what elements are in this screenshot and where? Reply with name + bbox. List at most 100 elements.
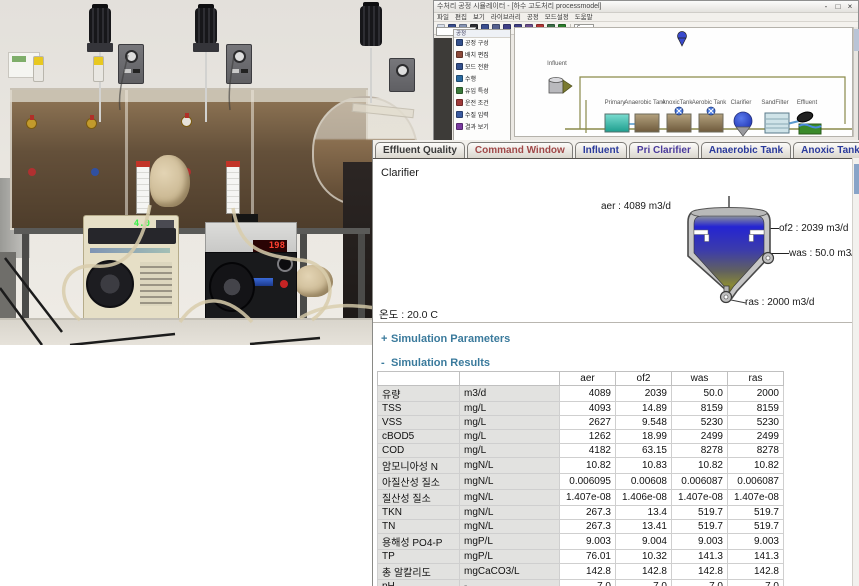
close-button[interactable]: ×: [844, 1, 856, 12]
sandfilter-unit-icon[interactable]: [765, 113, 789, 133]
value-cell[interactable]: 10.82: [728, 458, 784, 474]
value-cell[interactable]: 142.8: [560, 564, 616, 580]
value-cell[interactable]: 7.0: [616, 580, 672, 586]
value-cell[interactable]: 2000: [728, 386, 784, 402]
anaerobic-tank-icon[interactable]: [635, 114, 659, 132]
value-cell[interactable]: 0.006095: [560, 474, 616, 490]
menu-item-도움말[interactable]: 도움말: [575, 14, 593, 21]
value-cell[interactable]: 10.82: [560, 458, 616, 474]
value-cell[interactable]: 4182: [560, 444, 616, 458]
value-cell[interactable]: 1.407e-08: [560, 490, 616, 506]
menu-item-파일[interactable]: 파일: [437, 14, 449, 21]
value-cell[interactable]: 10.83: [616, 458, 672, 474]
value-cell[interactable]: 10.32: [616, 550, 672, 564]
value-cell[interactable]: 2627: [560, 416, 616, 430]
value-cell[interactable]: 141.3: [728, 550, 784, 564]
tab-influent[interactable]: Influent: [575, 142, 627, 159]
menu-item-보기[interactable]: 보기: [473, 14, 485, 21]
value-cell[interactable]: 2039: [616, 386, 672, 402]
value-cell[interactable]: 519.7: [728, 506, 784, 520]
value-cell[interactable]: 142.8: [616, 564, 672, 580]
value-cell[interactable]: 50.0: [672, 386, 728, 402]
section-simulation-results[interactable]: -Simulation Results: [381, 357, 490, 369]
sidebar-item-배치-편집[interactable]: 배치 편집: [454, 50, 510, 62]
value-cell[interactable]: 4089: [560, 386, 616, 402]
flowsheet-canvas[interactable]: [514, 27, 853, 137]
value-cell[interactable]: 7.0: [728, 580, 784, 586]
value-cell[interactable]: 14.89: [616, 402, 672, 416]
value-cell[interactable]: 2499: [672, 430, 728, 444]
sidebar-item-수질-입력[interactable]: 수질 입력: [454, 110, 510, 122]
value-cell[interactable]: 519.7: [672, 520, 728, 534]
aerobic-tank-icon[interactable]: [699, 114, 723, 132]
value-cell[interactable]: 9.003: [672, 534, 728, 550]
canvas-scrollbar[interactable]: [853, 27, 858, 137]
value-cell[interactable]: 1.406e-08: [616, 490, 672, 506]
value-cell[interactable]: 9.003: [560, 534, 616, 550]
window-titlebar[interactable]: 수처리 공정 시뮬레이터 - [하수 고도처리 processmodel] -□…: [434, 1, 858, 13]
collapse-icon[interactable]: -: [381, 357, 391, 369]
column-header-was[interactable]: was: [672, 372, 728, 386]
value-cell[interactable]: 267.3: [560, 520, 616, 534]
value-cell[interactable]: 10.82: [672, 458, 728, 474]
value-cell[interactable]: 267.3: [560, 506, 616, 520]
value-cell[interactable]: 141.3: [672, 550, 728, 564]
effluent-unit-icon[interactable]: [796, 110, 821, 134]
sidebar-item-수행[interactable]: 수행: [454, 74, 510, 86]
value-cell[interactable]: 0.00608: [616, 474, 672, 490]
value-cell[interactable]: 0.006087: [672, 474, 728, 490]
panel-scrollbar[interactable]: [852, 158, 859, 586]
value-cell[interactable]: 142.8: [672, 564, 728, 580]
value-cell[interactable]: 519.7: [728, 520, 784, 534]
minimize-button[interactable]: -: [820, 1, 832, 12]
tab-effluent-quality[interactable]: Effluent Quality: [375, 142, 465, 159]
value-cell[interactable]: 5230: [728, 416, 784, 430]
value-cell[interactable]: 7.0: [560, 580, 616, 586]
section-simulation-parameters[interactable]: +Simulation Parameters: [381, 333, 510, 345]
value-cell[interactable]: 13.4: [616, 506, 672, 520]
value-cell[interactable]: 13.41: [616, 520, 672, 534]
value-cell[interactable]: 2499: [728, 430, 784, 444]
primary-unit-icon[interactable]: [605, 114, 629, 132]
tab-pri-clarifier[interactable]: Pri Clarifier: [629, 142, 699, 159]
column-header-of2[interactable]: of2: [616, 372, 672, 386]
influent-unit-icon[interactable]: [549, 78, 572, 94]
menu-item-공정[interactable]: 공정: [527, 14, 539, 21]
expand-icon[interactable]: +: [381, 333, 391, 345]
value-cell[interactable]: 0.006087: [728, 474, 784, 490]
value-cell[interactable]: 8278: [728, 444, 784, 458]
value-cell[interactable]: 5230: [672, 416, 728, 430]
value-cell[interactable]: 18.99: [616, 430, 672, 444]
value-cell[interactable]: 8159: [672, 402, 728, 416]
value-cell[interactable]: 1.407e-08: [672, 490, 728, 506]
tab-anaerobic-tank[interactable]: Anaerobic Tank: [701, 142, 791, 159]
value-cell[interactable]: 1262: [560, 430, 616, 444]
value-cell[interactable]: 9.003: [728, 534, 784, 550]
menu-item-라이브러리[interactable]: 라이브러리: [491, 14, 521, 21]
value-cell[interactable]: 142.8: [728, 564, 784, 580]
anoxic-tank-icon[interactable]: [667, 114, 691, 132]
value-cell[interactable]: 1.407e-08: [728, 490, 784, 506]
sidebar-item-운전-조건[interactable]: 운전 조건: [454, 98, 510, 110]
sidebar-item-유입-특성[interactable]: 유입 특성: [454, 86, 510, 98]
clarifier-unit-icon[interactable]: [734, 112, 752, 136]
sidebar-item-모드-전환[interactable]: 모드 전환: [454, 62, 510, 74]
value-cell[interactable]: 9.004: [616, 534, 672, 550]
tab-command-window[interactable]: Command Window: [467, 142, 573, 159]
value-cell[interactable]: 8159: [728, 402, 784, 416]
menu-item-편집[interactable]: 편집: [455, 14, 467, 21]
sidebar-item-결과-보기[interactable]: 결과 보기: [454, 122, 510, 134]
value-cell[interactable]: 519.7: [672, 506, 728, 520]
value-cell[interactable]: 76.01: [560, 550, 616, 564]
menu-item-모드설정[interactable]: 모드설정: [545, 14, 569, 21]
value-cell[interactable]: 4093: [560, 402, 616, 416]
tab-anoxic-tank[interactable]: Anoxic Tank: [793, 142, 859, 159]
maximize-button[interactable]: □: [832, 1, 844, 12]
sidebar-item-공정-구성[interactable]: 공정 구성: [454, 38, 510, 50]
value-cell[interactable]: 8278: [672, 444, 728, 458]
value-cell[interactable]: 9.548: [616, 416, 672, 430]
value-cell[interactable]: 7.0: [672, 580, 728, 586]
value-cell[interactable]: 63.15: [616, 444, 672, 458]
column-header-aer[interactable]: aer: [560, 372, 616, 386]
column-header-ras[interactable]: ras: [728, 372, 784, 386]
